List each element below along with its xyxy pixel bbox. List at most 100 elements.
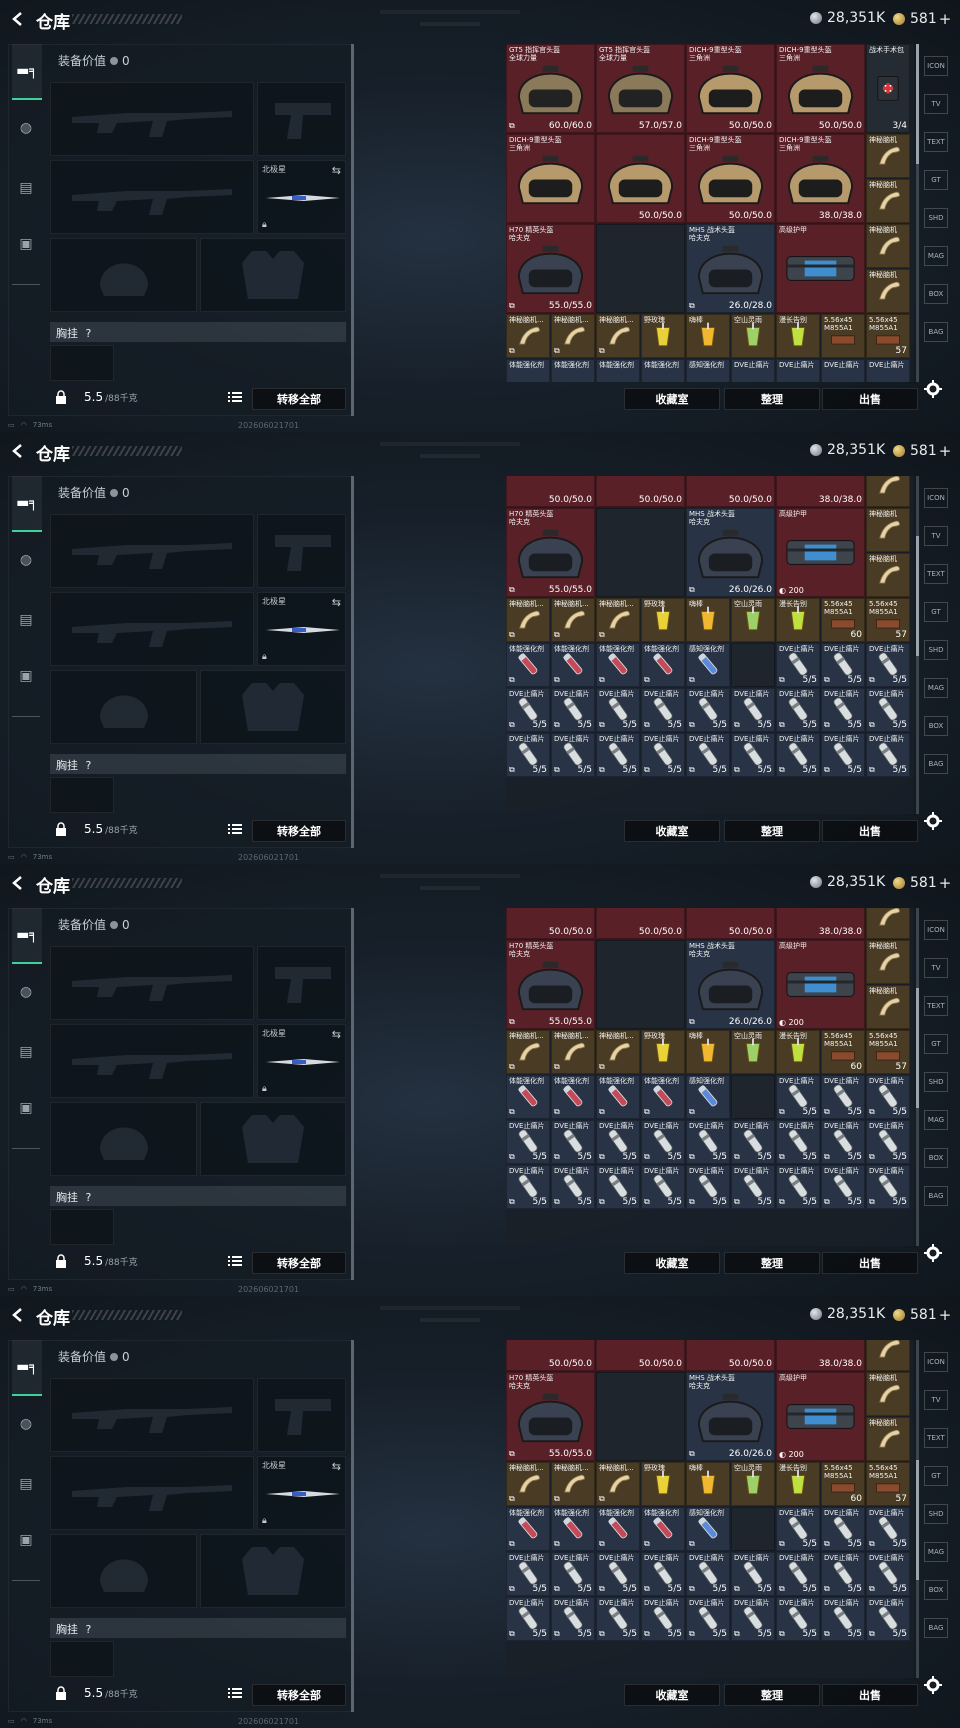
loadout-scrollbar[interactable]	[351, 908, 354, 1280]
gold-currency[interactable]: 581 +	[893, 442, 951, 460]
inventory-item[interactable]: DVE止痛片 5/5 ⧉	[821, 1506, 865, 1551]
inventory-item[interactable]: H70 精英头盔 哈夫克 55.0/55.0 ⧉	[506, 224, 595, 313]
inventory-item[interactable]: DVE止痛片 5/5 ⧉	[731, 1596, 775, 1641]
inventory-item[interactable]: 漫长告别	[776, 1029, 820, 1074]
sell-button[interactable]: 出售	[822, 1252, 918, 1274]
inventory-item[interactable]: 体能强化剂 ⧉	[551, 1074, 595, 1119]
inventory-item[interactable]: 50.0/50.0	[596, 1340, 685, 1371]
inventory-item[interactable]: DVE止痛片 5/5 ⧉	[866, 687, 910, 732]
container-tab[interactable]: SHD	[924, 208, 948, 228]
primary-weapon-slot[interactable]	[50, 514, 254, 588]
inventory-item[interactable]: DVE止痛片 5/5 ⧉	[506, 1596, 550, 1641]
container-tab[interactable]: ICON	[924, 56, 948, 76]
inventory-item[interactable]: 体能强化剂 ⧉	[506, 642, 550, 687]
inventory-item[interactable]: 体能强化剂 ⧉	[641, 642, 685, 687]
inventory-item[interactable]: 体能强化剂	[506, 359, 550, 382]
inventory-item[interactable]	[596, 507, 685, 597]
inventory-item[interactable]: 神秘脑机... ⧉	[551, 1029, 595, 1074]
inventory-item[interactable]: GT5 指挥官头盔 全球力量 57.0/57.0	[596, 44, 685, 133]
inventory-item[interactable]: DVE止痛片 5/5 ⧉	[776, 1551, 820, 1596]
inventory-item[interactable]: DVE止痛片 5/5 ⧉	[776, 1596, 820, 1641]
inventory-item[interactable]: DVE止痛片 5/5 ⧉	[551, 1164, 595, 1209]
tab-medical[interactable]: ▤	[12, 174, 40, 202]
inventory-item[interactable]: DVE止痛片 5/5 ⧉	[641, 1119, 685, 1164]
inventory-item[interactable]: DVE止痛片 5/5 ⧉	[776, 687, 820, 732]
inventory-item[interactable]	[866, 908, 910, 939]
inventory-item[interactable]: 50.0/50.0	[506, 476, 595, 507]
tab-armor[interactable]: ◍	[12, 114, 40, 142]
loadout-scrollbar[interactable]	[351, 1340, 354, 1712]
inventory-item[interactable]: DVE止痛片	[776, 359, 820, 382]
gear-icon[interactable]	[924, 1244, 942, 1262]
inventory-item[interactable]: DVE止痛片 5/5 ⧉	[821, 732, 865, 777]
inventory-item[interactable]: DVE止痛片 5/5 ⧉	[821, 1119, 865, 1164]
list-icon[interactable]	[228, 391, 242, 403]
melee-slot[interactable]: 北极星 ⇆ 🔒︎	[257, 1456, 346, 1530]
inventory-item[interactable]: DVE止痛片 5/5 ⧉	[686, 1164, 730, 1209]
inventory-item[interactable]: 感知强化剂	[686, 359, 730, 382]
tab-medical[interactable]: ▤	[12, 606, 40, 634]
inventory-item[interactable]: 高级护甲 ◐ 200	[776, 507, 865, 597]
inventory-item[interactable]	[731, 1506, 775, 1551]
transfer-all-button[interactable]: 转移全部	[252, 1684, 346, 1706]
inventory-item[interactable]: DVE止痛片 5/5 ⧉	[776, 642, 820, 687]
container-tab[interactable]: BOX	[924, 716, 948, 736]
tab-medical[interactable]: ▤	[12, 1038, 40, 1066]
inventory-item[interactable]: DVE止痛片	[866, 359, 910, 382]
inventory-item[interactable]: 神秘脑机... ⧉	[596, 597, 640, 642]
inventory-item[interactable]: DVE止痛片	[731, 359, 775, 382]
sort-button[interactable]: 整理	[724, 388, 820, 410]
inventory-item[interactable]: 神秘脑机... ⧉	[506, 1461, 550, 1506]
inventory-item[interactable]: 体能强化剂 ⧉	[596, 642, 640, 687]
inventory-item[interactable]: DVE止痛片 5/5 ⧉	[596, 732, 640, 777]
inventory-item[interactable]: 体能强化剂 ⧉	[596, 1506, 640, 1551]
inventory-item[interactable]: DICH-9重型头盔 三角洲 50.0/50.0	[686, 134, 775, 223]
scroll-thumb[interactable]	[916, 1460, 919, 1580]
container-tab[interactable]: TEXT	[924, 132, 948, 152]
inventory-item[interactable]: DVE止痛片 5/5 ⧉	[641, 1596, 685, 1641]
container-tab[interactable]: BOX	[924, 1148, 948, 1168]
inventory-item[interactable]: DVE止痛片 5/5 ⧉	[866, 1164, 910, 1209]
inventory-item[interactable]: 体能强化剂 ⧉	[551, 642, 595, 687]
inventory-item[interactable]: 体能强化剂 ⧉	[551, 1506, 595, 1551]
gear-icon[interactable]	[924, 812, 942, 830]
secondary-weapon-slot[interactable]	[50, 592, 254, 666]
inventory-item[interactable]: 神秘脑机	[866, 1371, 910, 1416]
container-tab[interactable]: SHD	[924, 640, 948, 660]
inventory-item[interactable]: 5.56x45 M855A1 57	[866, 1461, 910, 1506]
inventory-item[interactable]: 野玫瑰	[641, 314, 685, 358]
inventory-item[interactable]	[596, 939, 685, 1029]
help-icon[interactable]: ?	[86, 1191, 92, 1204]
inventory-item[interactable]: 5.56x45 M855A1 60	[821, 597, 865, 642]
tab-armor[interactable]: ◍	[12, 1410, 40, 1438]
inventory-item[interactable]: DVE止痛片 5/5 ⧉	[866, 1074, 910, 1119]
inventory-item[interactable]: 空山灵雨	[731, 597, 775, 642]
inventory-item[interactable]: 50.0/50.0	[686, 908, 775, 939]
sort-button[interactable]: 整理	[724, 1252, 820, 1274]
container-tab[interactable]: GT	[924, 170, 948, 190]
inventory-item[interactable]: DVE止痛片 5/5 ⧉	[686, 687, 730, 732]
swap-icon[interactable]: ⇆	[332, 164, 341, 177]
list-icon[interactable]	[228, 823, 242, 835]
inventory-item[interactable]: DVE止痛片 5/5 ⧉	[686, 1119, 730, 1164]
inventory-item[interactable]: 5.56x45 M855A1 57	[866, 1029, 910, 1074]
inventory-item[interactable]: DVE止痛片 5/5 ⧉	[776, 1074, 820, 1119]
inventory-item[interactable]	[866, 476, 910, 507]
add-gold-button[interactable]: +	[939, 10, 952, 28]
container-tab[interactable]: GT	[924, 1466, 948, 1486]
container-tab[interactable]: MAG	[924, 246, 948, 266]
inventory-item[interactable]: H70 精英头盔 哈夫克 55.0/55.0 ⧉	[506, 1371, 595, 1461]
add-gold-button[interactable]: +	[939, 1306, 952, 1324]
inventory-item[interactable]: MHS 战术头盔 哈夫克 26.0/26.0 ⧉	[686, 939, 775, 1029]
inventory-item[interactable]: DICH-9重型头盔 三角洲 50.0/50.0	[776, 44, 865, 133]
inventory-item[interactable]: 神秘脑机	[866, 939, 910, 984]
inventory-item[interactable]: DVE止痛片 5/5 ⧉	[866, 1596, 910, 1641]
inventory-item[interactable]	[866, 1340, 910, 1371]
inventory-item[interactable]: 神秘脑机	[866, 269, 910, 313]
container-tab[interactable]: GT	[924, 1034, 948, 1054]
inventory-item[interactable]: 嗨棒	[686, 1461, 730, 1506]
tab-medical[interactable]: ▤	[12, 1470, 40, 1498]
transfer-all-button[interactable]: 转移全部	[252, 820, 346, 842]
tab-weapons[interactable]: ▬╕	[12, 1340, 42, 1396]
transfer-all-button[interactable]: 转移全部	[252, 388, 346, 410]
